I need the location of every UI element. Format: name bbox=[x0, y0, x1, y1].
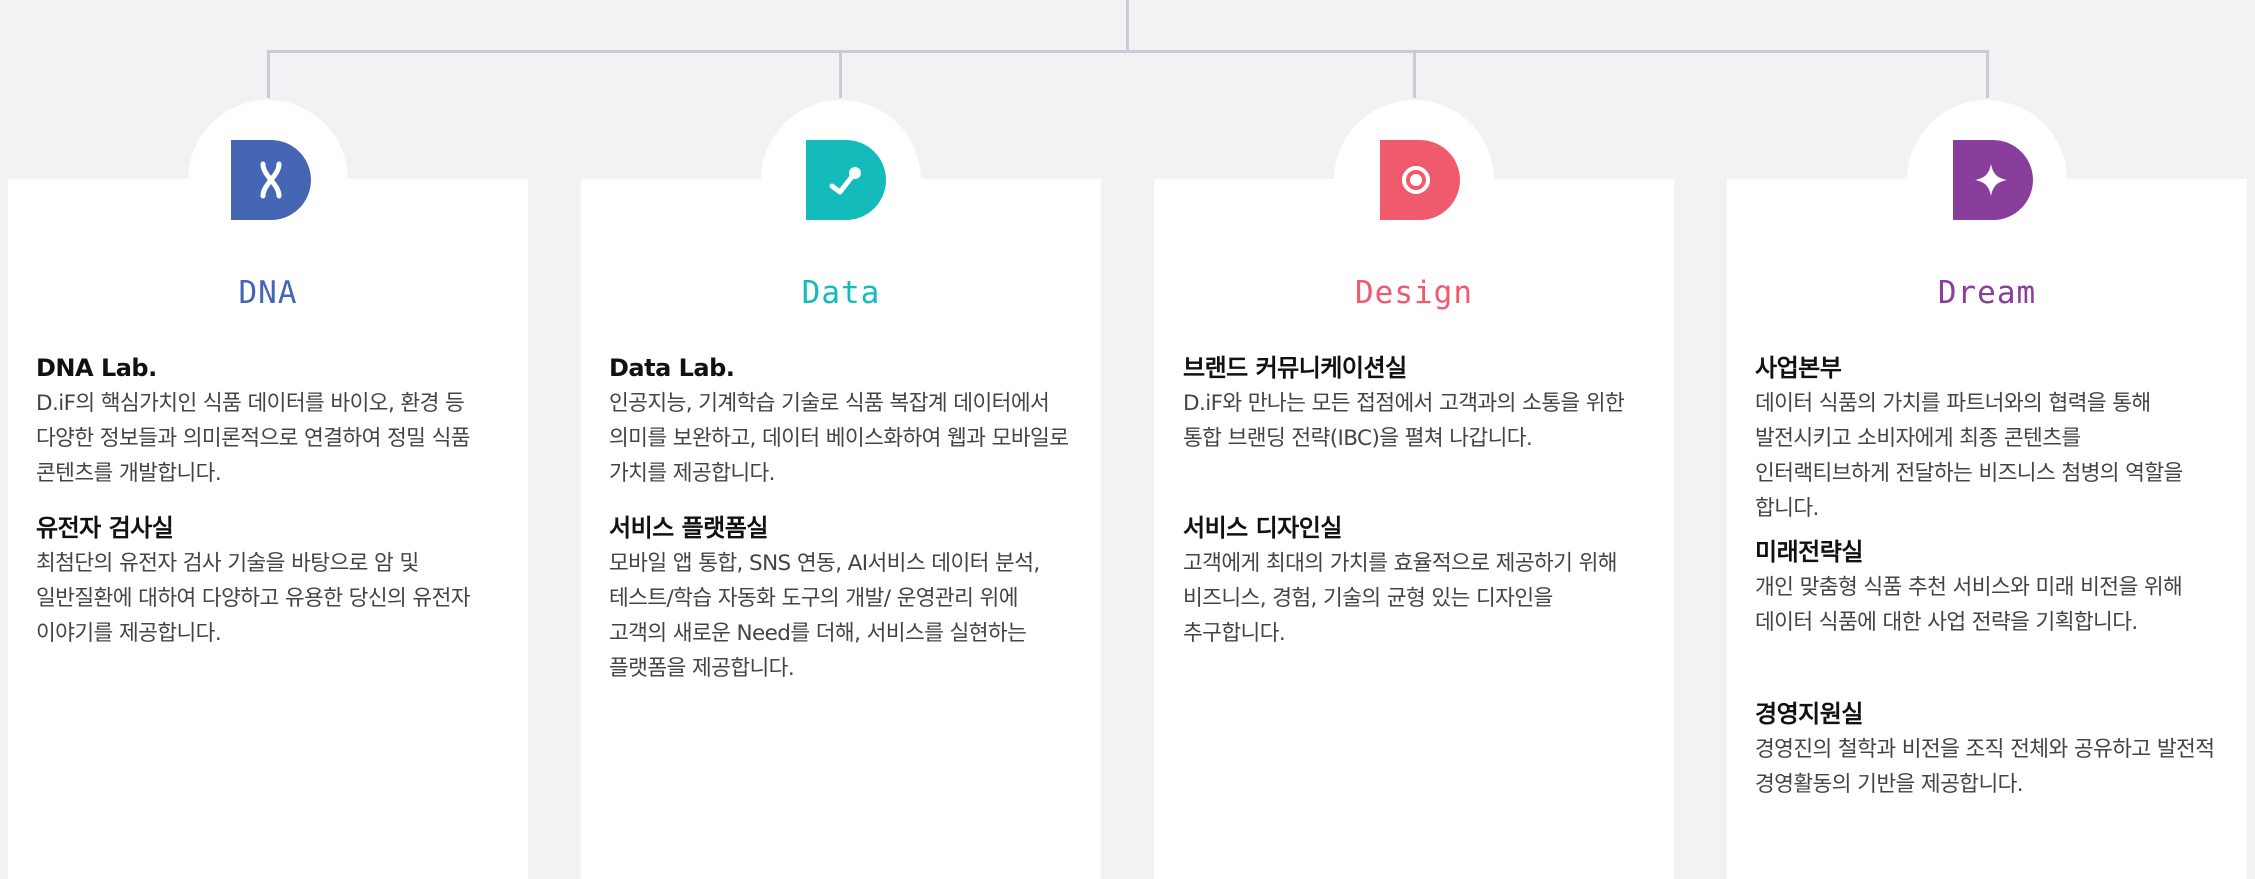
section-text: D.iF의 핵심가치인 식품 데이터를 바이오, 환경 등 다양한 정보들과 의… bbox=[36, 391, 471, 486]
section-service-platform: 서비스 플랫폼실 모바일 앱 통합, SNS 연동, AI서비스 데이터 분석,… bbox=[609, 512, 1071, 686]
section-heading: 미래전략실 bbox=[1755, 538, 1863, 566]
section-heading: DNA Lab. bbox=[36, 354, 157, 382]
section-text: 고객에게 최대의 가치를 효율적으로 제공하기 위해 비즈니스, 경험, 기술의… bbox=[1183, 551, 1618, 646]
sparkle-star-icon bbox=[1953, 140, 2033, 220]
section-text: 인공지능, 기계학습 기술로 식품 복잡계 데이터에서 의미를 보완하고, 데이… bbox=[609, 391, 1069, 486]
section-text: 최첨단의 유전자 검사 기술을 바탕으로 암 및 일반질환에 대하여 다양하고 … bbox=[36, 551, 471, 646]
section-future-strategy: 미래전략실 개인 맞춤형 식품 추천 서비스와 미래 비전을 위해 데이터 식품… bbox=[1755, 536, 2217, 640]
column-title-data: Data bbox=[801, 275, 881, 311]
connector-drop-design bbox=[1413, 50, 1416, 98]
design-circle-icon bbox=[1380, 140, 1460, 220]
section-text: D.iF와 만나는 모든 접점에서 고객과의 소통을 위한 통합 브랜딩 전략(… bbox=[1183, 391, 1625, 451]
data-graph-icon bbox=[806, 140, 886, 220]
column-title-dna: DNA bbox=[238, 275, 298, 311]
section-business-hq: 사업본부 데이터 식품의 가치를 파트너와의 협력을 통해 발전시키고 소비자에… bbox=[1755, 352, 2217, 526]
column-title-dream: Dream bbox=[1937, 275, 2037, 311]
section-service-design: 서비스 디자인실 고객에게 최대의 가치를 효율적으로 제공하기 위해 비즈니스… bbox=[1183, 512, 1645, 651]
section-heading: Data Lab. bbox=[609, 354, 735, 382]
section-heading: 유전자 검사실 bbox=[36, 514, 174, 542]
section-text: 경영진의 철학과 비전을 조직 전체와 공유하고 발전적 경영활동의 기반을 제… bbox=[1755, 737, 2215, 797]
section-text: 데이터 식품의 가치를 파트너와의 협력을 통해 발전시키고 소비자에게 최종 … bbox=[1755, 391, 2183, 521]
section-heading: 서비스 플랫폼실 bbox=[609, 514, 768, 542]
section-genetic-test: 유전자 검사실 최첨단의 유전자 검사 기술을 바탕으로 암 및 일반질환에 대… bbox=[36, 512, 498, 651]
section-data-lab: Data Lab. 인공지능, 기계학습 기술로 식품 복잡계 데이터에서 의미… bbox=[609, 352, 1071, 491]
connector-trunk bbox=[1126, 0, 1129, 52]
dna-icon bbox=[231, 140, 311, 220]
section-heading: 경영지원실 bbox=[1755, 700, 1863, 728]
section-dna-lab: DNA Lab. D.iF의 핵심가치인 식품 데이터를 바이오, 환경 등 다… bbox=[36, 352, 498, 491]
section-text: 개인 맞춤형 식품 추천 서비스와 미래 비전을 위해 데이터 식품에 대한 사… bbox=[1755, 575, 2183, 635]
connector-drop-dream bbox=[1986, 50, 1989, 98]
section-heading: 서비스 디자인실 bbox=[1183, 514, 1342, 542]
section-heading: 사업본부 bbox=[1755, 354, 1842, 382]
section-text: 모바일 앱 통합, SNS 연동, AI서비스 데이터 분석, 테스트/학습 자… bbox=[609, 551, 1040, 681]
connector-bar bbox=[267, 50, 1989, 53]
section-heading: 브랜드 커뮤니케이션실 bbox=[1183, 354, 1407, 382]
section-management-support: 경영지원실 경영진의 철학과 비전을 조직 전체와 공유하고 발전적 경영활동의… bbox=[1755, 698, 2217, 802]
connector-drop-data bbox=[839, 50, 842, 98]
section-brand-communication: 브랜드 커뮤니케이션실 D.iF와 만나는 모든 접점에서 고객과의 소통을 위… bbox=[1183, 352, 1645, 456]
column-title-design: Design bbox=[1355, 275, 1473, 311]
connector-drop-dna bbox=[267, 50, 270, 98]
